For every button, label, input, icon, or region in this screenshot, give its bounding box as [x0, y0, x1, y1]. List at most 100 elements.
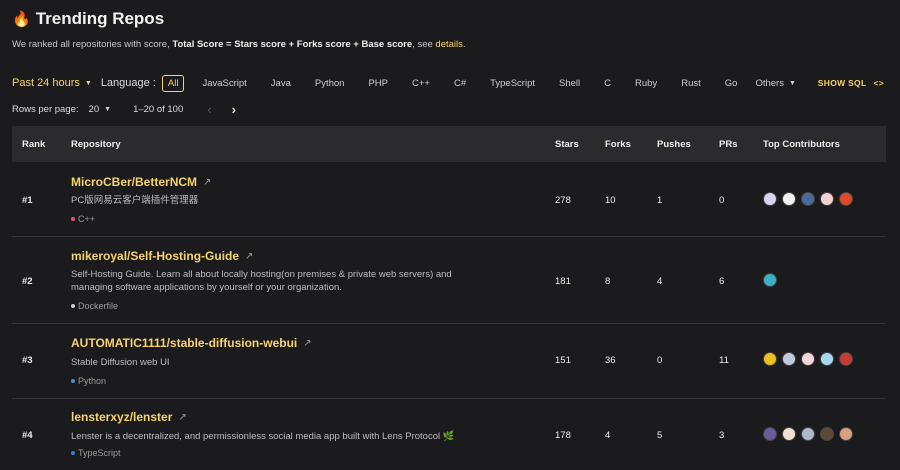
language-chip-java[interactable]: Java — [265, 75, 297, 92]
subtitle-prefix: We ranked all repositories with score, — [12, 39, 173, 50]
code-icon: <> — [873, 78, 884, 88]
column-header-pushes[interactable]: Pushes — [657, 139, 691, 150]
language-chip-javascript[interactable]: JavaScript — [196, 75, 252, 92]
prs-cell: 0 — [719, 195, 725, 206]
repo-description: Lenster is a decentralized, and permissi… — [71, 430, 455, 443]
rows-per-page-value: 20 — [88, 103, 100, 115]
language-chip-go[interactable]: Go — [719, 75, 744, 92]
caret-down-icon: ▼ — [84, 79, 92, 87]
rows-per-page-select[interactable]: 20 ▼ — [89, 104, 112, 115]
language-chip-all[interactable]: All — [161, 74, 185, 92]
repo-link[interactable]: MicroCBer/BetterNCM ↗ — [71, 175, 211, 189]
language-chip-csharp[interactable]: C# — [448, 75, 472, 92]
fire-icon: 🔥 — [12, 11, 31, 28]
repo-language: C++ — [71, 214, 95, 224]
avatar[interactable] — [801, 192, 815, 206]
language-dot — [71, 451, 75, 455]
prev-page-chevron-icon[interactable]: ‹ — [207, 102, 211, 117]
avatar[interactable] — [782, 192, 796, 206]
contributors-cell — [763, 192, 853, 206]
stars-cell: 278 — [555, 195, 571, 206]
language-name: TypeScript — [78, 448, 121, 458]
column-header-repository[interactable]: Repository — [71, 139, 121, 150]
language-name: Python — [78, 376, 107, 386]
external-link-icon: ↗ — [245, 250, 254, 262]
language-name: Dockerfile — [78, 301, 119, 311]
contributors-cell — [763, 427, 853, 441]
filter-bar: Past 24 hours ▼ Language : All JavaScrip… — [12, 74, 884, 92]
repo-description-line: PC版网易云客户端插件管理器 — [71, 195, 199, 206]
avatar[interactable] — [839, 352, 853, 366]
avatar[interactable] — [763, 273, 777, 287]
repo-link[interactable]: lensterxyz/lenster ↗ — [71, 410, 187, 424]
avatar[interactable] — [839, 192, 853, 206]
avatar[interactable] — [763, 192, 777, 206]
pushes-cell: 0 — [657, 355, 663, 366]
others-dropdown[interactable]: Others ▼ — [755, 78, 795, 89]
repo-link[interactable]: mikeroyal/Self-Hosting-Guide ↗ — [71, 249, 253, 263]
prs-cell: 11 — [719, 355, 729, 366]
column-header-stars[interactable]: Stars — [555, 139, 579, 150]
show-sql-button[interactable]: SHOW SQL <> — [818, 78, 884, 88]
page-title: 🔥 Trending Repos — [12, 9, 164, 29]
column-header-top-contributors[interactable]: Top Contributors — [763, 139, 840, 150]
stars-cell: 178 — [555, 430, 571, 441]
column-header-forks[interactable]: Forks — [605, 139, 631, 150]
rank-cell: #1 — [22, 195, 33, 206]
table-row: #1 MicroCBer/BetterNCM ↗ PC版网易云客户端插件管理器 … — [12, 162, 886, 237]
repo-name: mikeroyal/Self-Hosting-Guide — [71, 249, 240, 263]
column-header-rank[interactable]: Rank — [22, 139, 45, 150]
language-chip-ruby[interactable]: Ruby — [629, 75, 663, 92]
contributors-cell — [763, 273, 777, 287]
repo-language: Python — [71, 376, 106, 386]
language-chip-cpp[interactable]: C++ — [406, 75, 436, 92]
stars-cell: 181 — [555, 276, 571, 287]
caret-down-icon: ▼ — [104, 105, 112, 113]
avatar[interactable] — [820, 352, 834, 366]
pushes-cell: 1 — [657, 195, 663, 206]
period-dropdown[interactable]: Past 24 hours ▼ — [12, 77, 92, 89]
page-title-text: Trending Repos — [35, 9, 165, 28]
forks-cell: 4 — [605, 430, 611, 441]
avatar[interactable] — [782, 427, 796, 441]
avatar[interactable] — [801, 352, 815, 366]
table-row: #3 AUTOMATIC1111/stable-diffusion-webui … — [12, 324, 886, 399]
language-chip-c[interactable]: C — [598, 75, 617, 92]
table-header: Rank Repository Stars Forks Pushes PRs T… — [12, 126, 886, 162]
forks-cell: 36 — [605, 355, 616, 366]
external-link-icon: ↗ — [178, 411, 187, 423]
prs-cell: 6 — [719, 276, 725, 287]
language-chip-typescript[interactable]: TypeScript — [484, 75, 541, 92]
language-chip-rust[interactable]: Rust — [675, 75, 707, 92]
subtitle-suffix: . — [462, 39, 466, 50]
language-dot — [71, 217, 75, 221]
external-link-icon: ↗ — [203, 176, 212, 188]
repo-language: TypeScript — [71, 448, 121, 458]
language-name: C++ — [78, 214, 96, 224]
table-row: #4 lensterxyz/lenster ↗ Lenster is a dec… — [12, 399, 886, 470]
language-dot — [71, 304, 75, 308]
repo-name: lensterxyz/lenster — [71, 410, 173, 424]
repo-description-line: Stable Diffusion web UI — [71, 357, 170, 368]
language-label: Language : — [100, 77, 156, 89]
repos-table: Rank Repository Stars Forks Pushes PRs T… — [12, 126, 886, 470]
avatar[interactable] — [763, 427, 777, 441]
avatar[interactable] — [820, 427, 834, 441]
language-chip-python[interactable]: Python — [309, 75, 351, 92]
avatar[interactable] — [839, 427, 853, 441]
language-chip-php[interactable]: PHP — [362, 75, 394, 92]
forks-cell: 8 — [605, 276, 611, 287]
repo-link[interactable]: AUTOMATIC1111/stable-diffusion-webui ↗ — [71, 336, 312, 350]
language-chip-shell[interactable]: Shell — [553, 75, 586, 92]
avatar[interactable] — [782, 352, 796, 366]
avatar[interactable] — [820, 192, 834, 206]
avatar[interactable] — [763, 352, 777, 366]
column-header-prs[interactable]: PRs — [719, 139, 737, 150]
others-label: Others — [755, 77, 784, 89]
next-page-chevron-icon[interactable]: › — [232, 102, 236, 117]
language-chips: All JavaScript Java Python PHP C++ C# Ty… — [161, 74, 756, 92]
avatar[interactable] — [801, 427, 815, 441]
details-link[interactable]: details — [435, 39, 462, 50]
score-formula: Total Score = Stars score + Forks score … — [172, 39, 413, 50]
external-link-icon: ↗ — [303, 337, 312, 349]
